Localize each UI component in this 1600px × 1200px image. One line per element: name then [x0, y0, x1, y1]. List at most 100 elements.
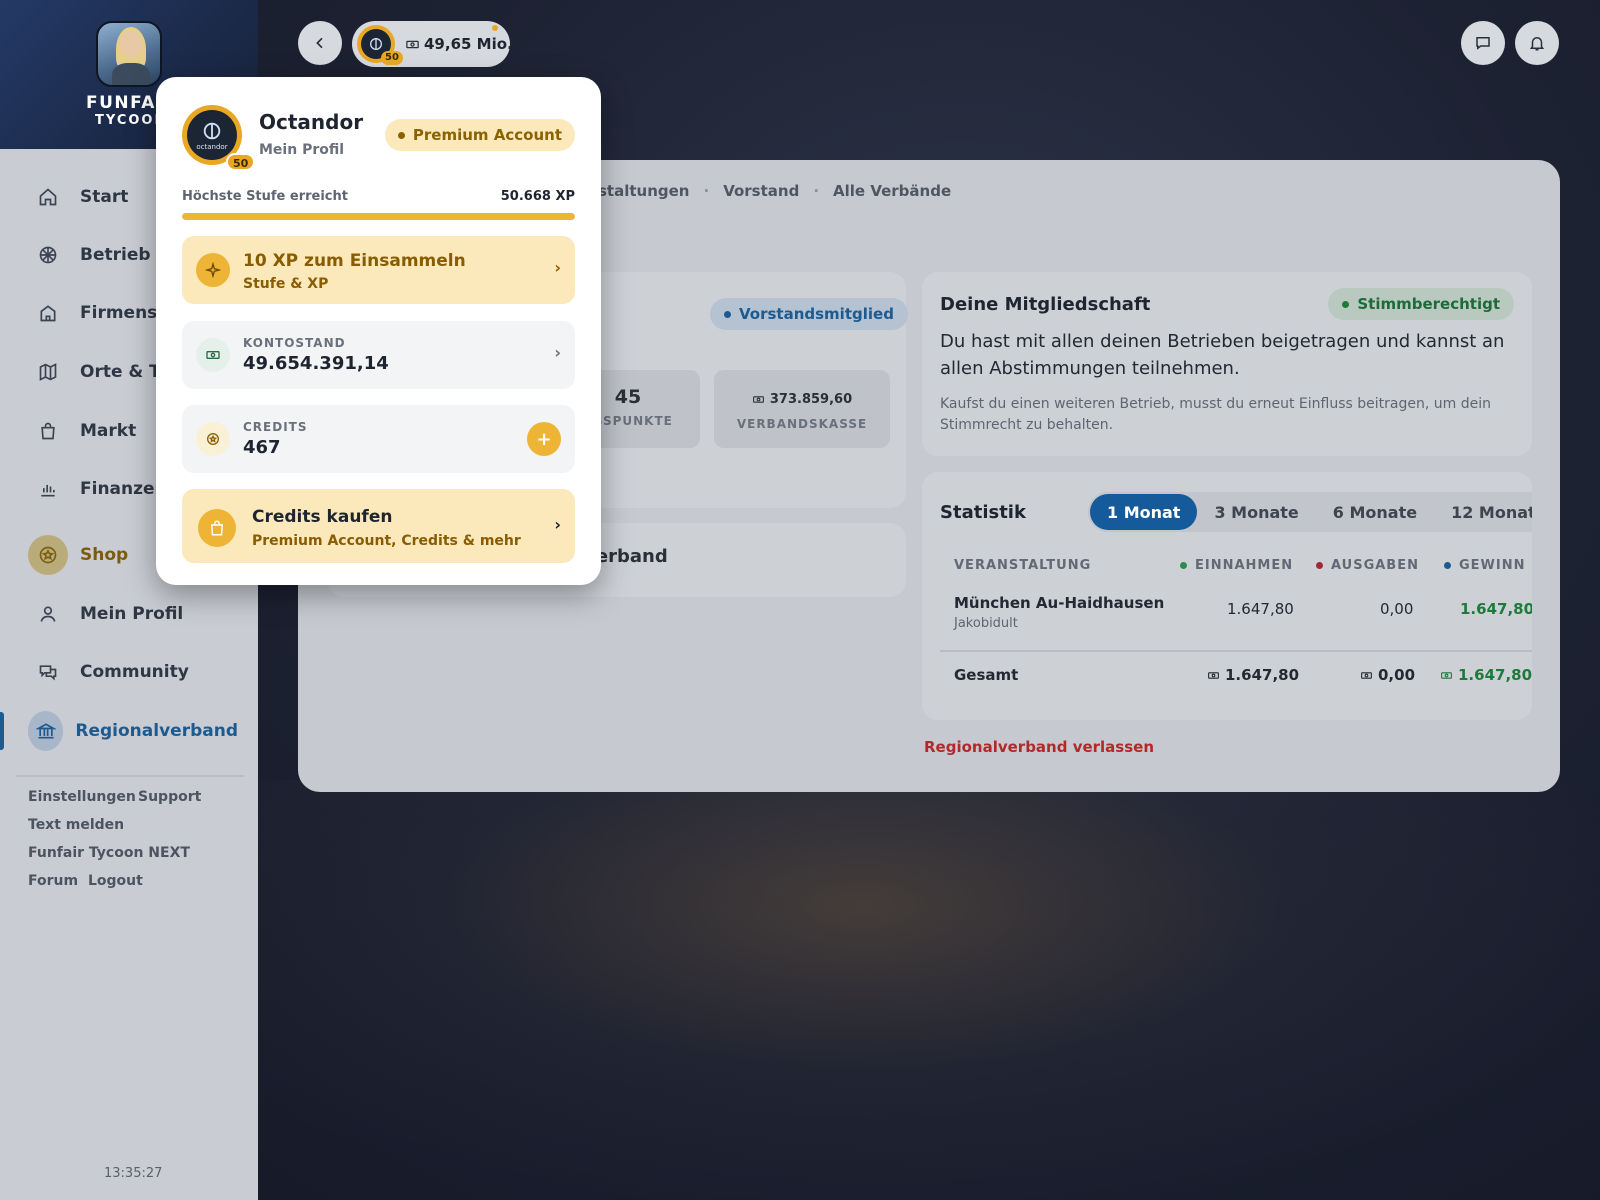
role-badge: Vorstandsmitglied — [710, 298, 908, 330]
chevron-left-icon — [316, 37, 323, 49]
tab-6-monate[interactable]: 6 Monate — [1316, 494, 1434, 530]
sidebar-item-regionalverband[interactable]: Regionalverband — [28, 709, 238, 753]
collect-xp-sub: Stufe & XP — [243, 276, 329, 292]
row-gewinn: 1.647,80 — [1460, 600, 1532, 618]
chart-icon — [28, 469, 68, 509]
total-einnahmen: 1.647,80 — [1207, 666, 1299, 684]
tab-3-monate[interactable]: 3 Monate — [1197, 494, 1315, 530]
row-name[interactable]: München Au-Haidhausen — [954, 594, 1164, 612]
crumb-veranstaltungen[interactable]: staltungen — [598, 182, 689, 200]
collect-xp-title: 10 XP zum Einsammeln — [243, 251, 466, 271]
bag-icon — [28, 411, 68, 451]
message-icon — [1476, 37, 1490, 50]
credits-label: CREDITS — [243, 420, 308, 434]
status-badge: Stimmberechtigt — [1328, 288, 1514, 320]
link-funfair-next[interactable]: Funfair Tycoon NEXT — [28, 845, 190, 861]
link-logout[interactable]: Logout — [88, 873, 143, 889]
total-label: Gesamt — [954, 666, 1019, 684]
buy-credits-button[interactable]: Credits kaufen Premium Account, Credits … — [182, 489, 575, 563]
bag-icon — [198, 509, 236, 547]
crumb-alle-verbaende[interactable]: Alle Verbände — [833, 182, 951, 200]
bank-icon — [28, 711, 64, 751]
bell-icon — [1529, 37, 1545, 51]
octandor-logo-icon — [370, 38, 382, 50]
wheel-icon — [28, 235, 68, 275]
leave-verband-link[interactable]: Regionalverband verlassen — [924, 738, 1154, 756]
tab-1-monat[interactable]: 1 Monat — [1090, 494, 1198, 530]
col-header-veranstaltung: VERANSTALTUNG — [954, 558, 1092, 573]
xp-label: Höchste Stufe erreicht — [182, 189, 348, 204]
avatar-brand: octandor — [196, 142, 228, 151]
profile-link[interactable]: Mein Profil — [259, 142, 344, 158]
user-icon — [28, 594, 68, 634]
sidebar-item-label: Start — [80, 187, 129, 207]
sparkle-icon — [196, 253, 230, 287]
sidebar-item-label: Mein Profil — [80, 604, 184, 624]
buy-credits-sub: Premium Account, Credits & mehr — [252, 533, 521, 549]
period-tabs: 1 Monat 3 Monate 6 Monate 12 Monate — [1088, 492, 1532, 532]
link-einstellungen[interactable]: Einstellungen — [28, 789, 136, 805]
level-badge: 50 — [226, 153, 256, 171]
col-header-gewinn: GEWINN — [1444, 558, 1526, 573]
cash-icon — [1441, 671, 1452, 679]
profile-popup: octandor 50 Octandor Mein Profil Premium… — [156, 77, 601, 585]
sidebar-item-label: Finanzen — [80, 479, 167, 499]
link-forum[interactable]: Forum — [28, 873, 78, 889]
back-button[interactable] — [298, 21, 342, 65]
total-ausgaben: 0,00 — [1360, 666, 1415, 684]
cash-icon — [752, 396, 764, 403]
building-icon — [28, 293, 68, 333]
chevron-right-icon: › — [554, 343, 561, 362]
crumb-vorstand[interactable]: Vorstand — [723, 182, 799, 200]
level-badge: 50 — [381, 51, 403, 65]
collect-xp-button[interactable]: 10 XP zum Einsammeln Stufe & XP › — [182, 236, 575, 304]
messages-button[interactable] — [1461, 21, 1505, 65]
profile-name: Octandor — [259, 110, 364, 134]
sidebar-item-community[interactable]: Community — [28, 650, 238, 694]
cash-icon — [406, 40, 419, 48]
row-sub: Jakobidult — [954, 616, 1018, 631]
background-blur — [258, 780, 1600, 1200]
add-credits-button[interactable]: + — [527, 422, 561, 456]
premium-badge[interactable]: Premium Account — [384, 119, 575, 151]
kontostand-label: KONTOSTAND — [243, 336, 346, 350]
sidebar-item-label: Community — [80, 662, 189, 682]
active-indicator — [0, 712, 4, 750]
app-logo[interactable] — [96, 21, 162, 87]
chat-icon — [28, 652, 68, 692]
home-icon — [28, 177, 68, 217]
notifications-button[interactable] — [1515, 21, 1559, 65]
breadcrumb: staltungen · Vorstand · Alle Verbände — [598, 182, 952, 200]
sidebar-item-label: Shop — [80, 545, 129, 565]
kontostand-button[interactable]: KONTOSTAND 49.654.391,14 › — [182, 321, 575, 389]
tab-12-monate[interactable]: 12 Monate — [1434, 494, 1532, 530]
membership-card: Deine Mitgliedschaft Stimmberechtigt Du … — [922, 272, 1532, 456]
cash-icon — [196, 338, 230, 372]
col-header-einnahmen: EINNAHMEN — [1180, 558, 1293, 573]
row-ausgaben: 0,00 — [1380, 600, 1414, 618]
xp-value: 50.668 XP — [500, 189, 575, 204]
stat-value: 373.859,60 — [769, 392, 853, 407]
membership-text: Du hast mit allen deinen Betrieben beige… — [940, 331, 1505, 379]
star-coin-icon — [28, 535, 68, 575]
credits-value: 467 — [243, 437, 281, 458]
link-support[interactable]: Support — [138, 789, 201, 805]
cash-icon — [1208, 671, 1219, 679]
total-gewinn: 1.647,80 — [1440, 666, 1532, 684]
statistik-title: Statistik — [940, 502, 1026, 523]
stat-label: VERBANDSKASSE — [736, 417, 868, 431]
membership-title: Deine Mitgliedschaft — [940, 294, 1151, 315]
map-icon — [28, 352, 68, 392]
kontostand-value: 49.654.391,14 — [243, 353, 389, 374]
logo-title: FUNFAI — [86, 93, 164, 113]
sidebar-item-label: Markt — [80, 421, 137, 441]
clock: 13:35:27 — [104, 1166, 163, 1181]
sidebar-item-label: Regionalverband — [75, 721, 238, 741]
profile-money-button[interactable]: 50 49,65 Mio. — [352, 21, 513, 67]
divider — [16, 775, 244, 777]
cash-icon — [1361, 671, 1372, 679]
membership-note: Kaufst du einen weiteren Betrieb, musst … — [940, 396, 1491, 433]
sidebar-item-mein-profil[interactable]: Mein Profil — [28, 592, 238, 636]
statistik-card: Statistik 1 Monat 3 Monate 6 Monate 12 M… — [922, 472, 1532, 720]
link-text-melden[interactable]: Text melden — [28, 817, 124, 833]
